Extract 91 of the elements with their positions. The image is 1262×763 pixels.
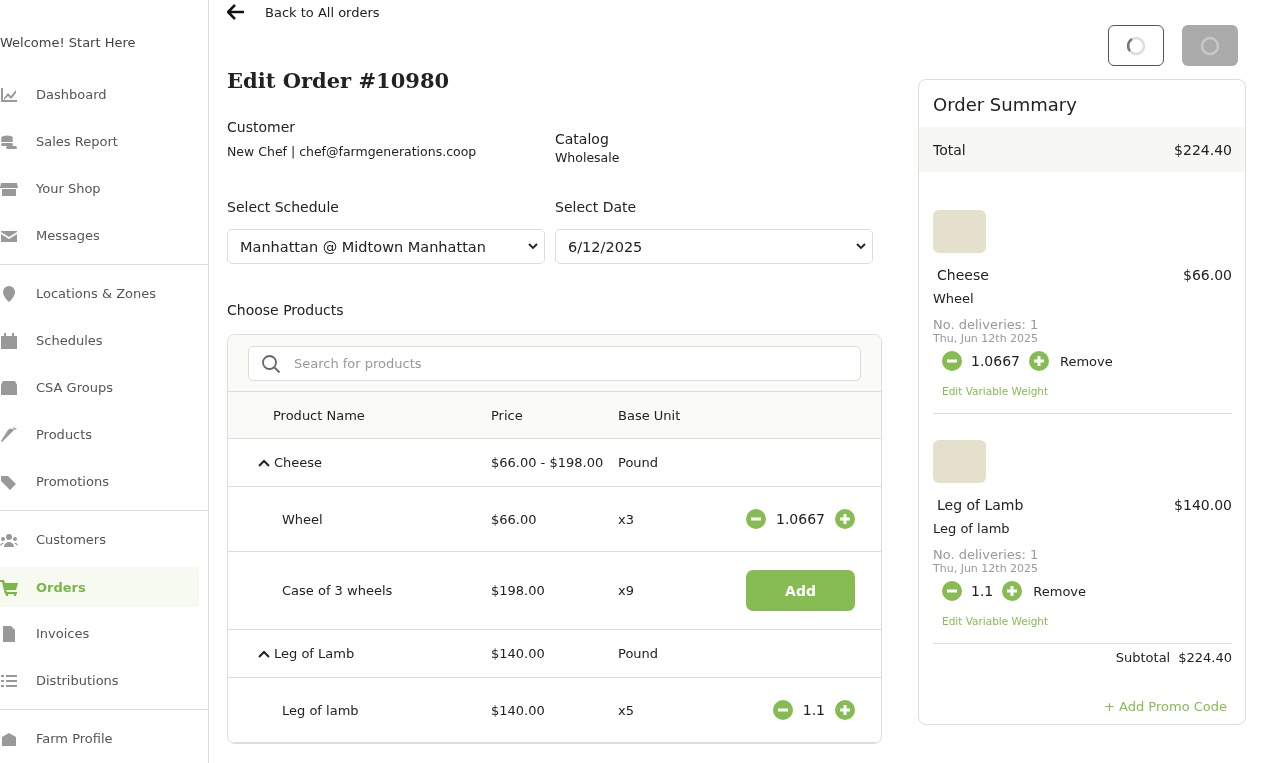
chevron-up-icon [258,458,270,467]
welcome-link[interactable]: Welcome! Start Here [0,35,208,55]
field-label: Catalog [555,131,609,147]
field-label: Select Schedule [227,199,339,215]
field-label: Customer [227,119,295,135]
chevron-down-icon [856,243,866,250]
chart-icon [0,85,18,104]
item-price: $140.00 [1174,497,1232,513]
table-cell-text: $198.00 [491,583,546,598]
delivery-date: Thu, Jun 12th 2025 [933,562,1040,575]
table-cell-text: $66.00 - $198.00 [491,455,605,470]
item-name: Cheese [937,267,989,283]
total-label: Total [933,141,966,158]
customer-value: New Chef | chef@farmgenerations.coop [227,144,477,159]
subtotal-amount: $224.40 [1178,650,1232,665]
table-cell-text: $66.00 [491,511,538,527]
minus-button[interactable] [942,351,962,371]
cart-icon [0,578,18,596]
table-cell-text: x3 [618,511,635,527]
item-variant: Wheel [933,291,975,306]
page-title: Edit Order #10980 [227,68,450,93]
section-label: Choose Products [227,302,344,318]
sidebar-item[interactable]: Dashboard [0,71,199,118]
search-icon [261,354,281,374]
minus-button[interactable] [746,509,766,529]
table-cell-text: Pound [618,646,660,661]
item-variant: Leg of lamb [933,521,1011,536]
calendar-icon [0,331,18,350]
sidebar-item[interactable]: Messages [0,212,199,259]
deliveries-count: No. deliveries: 1 [933,317,1040,332]
table-cell-text: Leg of lamb [281,702,360,718]
date-select[interactable]: 6/12/2025 [555,229,873,264]
remove-link[interactable]: Remove [1033,583,1087,599]
subtotal-label: Subtotal [1115,650,1171,665]
carrot-icon [0,425,18,444]
field-label: Select Date [555,199,637,215]
table-cell-text: x9 [618,583,635,598]
sidebar-item[interactable]: Customers [0,516,199,563]
deliveries-count: No. deliveries: 1 [933,547,1040,562]
sidebar-item[interactable]: Promotions [0,458,199,505]
table-cell-text: $140.00 [491,646,546,661]
back-arrow-icon [227,4,245,20]
chevron-up-icon [258,649,270,658]
quantity-value: 1.0667 [971,353,1020,369]
document-icon [0,624,18,643]
table-cell-text: Case of 3 wheels [281,583,394,598]
photo-placeholder [933,440,986,483]
sidebar-item[interactable]: Farm Profile [0,715,199,762]
sidebar-item[interactable]: Products [0,411,199,458]
catalog-value: Wholesale [555,150,620,165]
table-cell-text: Pound [618,455,660,470]
product-group-toggle[interactable]: Cheese [228,455,491,470]
plus-button[interactable] [835,509,855,529]
product-group-toggle[interactable]: Leg of Lamb [228,646,491,661]
chevron-down-icon [528,243,538,250]
minus-button[interactable] [772,700,793,720]
total-amount: $224.40 [1174,141,1232,158]
table-cell-text: Wheel [281,511,324,527]
quantity-value: 1.1 [802,702,825,718]
schedule-select[interactable]: Manhattan @ Midtown Manhattan [227,229,545,264]
table-cell-text: $140.00 [491,702,546,718]
column-header: Base Unit [618,407,682,423]
loading-button[interactable] [1108,25,1164,66]
map-pin-icon [0,284,18,303]
sidebar-item[interactable]: Locations & Zones [0,270,199,317]
plus-button[interactable] [1002,581,1023,601]
minus-button[interactable] [942,581,962,601]
sidebar-item[interactable]: Sales Report [0,118,199,165]
sidebar-item[interactable]: Distributions [0,657,199,704]
quantity-value: 1.0667 [776,511,825,527]
item-price: $66.00 [1183,267,1232,283]
spinner-icon [1200,35,1220,56]
plus-button[interactable] [835,700,855,720]
table-cell-text: x5 [618,702,635,718]
delivery-date: Thu, Jun 12th 2025 [933,332,1040,345]
summary-title: Order Summary [933,94,1078,115]
sidebar-item[interactable]: Schedules [0,317,199,364]
search-field[interactable]: Search for products [248,346,861,381]
sidebar-item[interactable]: CSA Groups [0,364,199,411]
spinner-icon [1126,35,1146,56]
column-header: Product Name [272,407,366,423]
item-name: Leg of Lamb [937,497,1024,513]
sidebar-item[interactable]: Invoices [0,610,199,657]
column-header: Price [491,407,524,423]
back-link[interactable]: Back to All orders [227,3,380,21]
remove-link[interactable]: Remove [1060,353,1113,369]
photo-placeholder [933,210,986,253]
sidebar-item[interactable]: Your Shop [0,165,199,212]
quantity-value: 1.1 [971,583,994,599]
plus-button[interactable] [1029,351,1049,371]
box-icon [0,378,18,397]
